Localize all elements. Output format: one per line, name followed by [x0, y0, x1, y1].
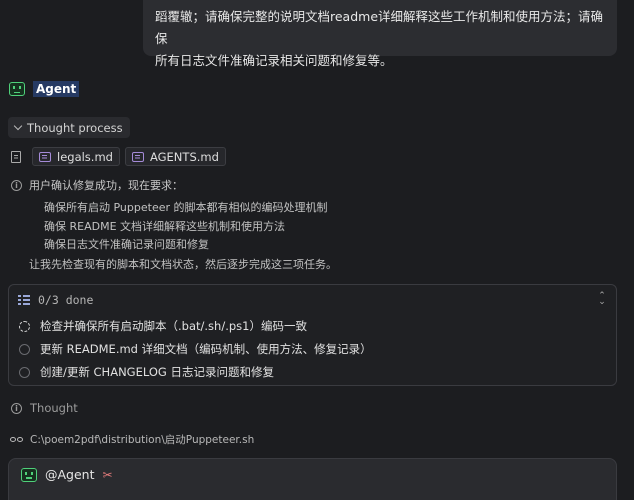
file-chip-legals[interactable]: legals.md [32, 147, 120, 166]
todo-panel: 0/3 done ⌃ ⌄ 检查并确保所有启动脚本（.bat/.sh/.ps1）编码… [8, 284, 617, 386]
todo-item-label: 更新 README.md 详细文档（编码机制、使用方法、修复记录） [40, 342, 372, 356]
todo-item-label: 检查并确保所有启动脚本（.bat/.sh/.ps1）编码一致 [40, 319, 307, 333]
document-icon [11, 150, 21, 163]
thought-intro: i 用户确认修复成功，现在要求： [11, 177, 183, 193]
user-message-line-1: 蹈覆辙；请确保完整的说明文档readme详细解释这些工作机制和使用方法；请确保 [155, 9, 604, 46]
todo-item[interactable]: 创建/更新 CHANGELOG 日志记录问题和修复 [19, 364, 274, 380]
agent-name: Agent [33, 81, 80, 97]
thought-toggle[interactable]: i Thought [11, 401, 78, 415]
agent-header: Agent [9, 80, 80, 98]
thought-next-step: 让我先检查现有的脚本和文档状态，然后逐步完成这三项任务。 [29, 258, 337, 271]
todo-item[interactable]: 检查并确保所有启动脚本（.bat/.sh/.ps1）编码一致 [19, 318, 307, 334]
thought-bullet: 确保 README 文档详细解释这些机制和使用方法 [44, 219, 286, 233]
checklist-icon [18, 295, 30, 305]
file-chip-agents[interactable]: AGENTS.md [124, 147, 226, 166]
thought-label: Thought [30, 401, 78, 415]
thought-bullet-list: 确保所有启动 Puppeteer 的脚本都有相似的编码处理机制 确保 READM… [44, 199, 328, 255]
glasses-icon [10, 437, 23, 442]
thought-process-toggle[interactable]: Thought process [8, 117, 130, 138]
pending-circle-icon [19, 343, 30, 355]
composer-mention: @Agent [45, 467, 95, 482]
referenced-files: legals.md AGENTS.md [11, 147, 226, 166]
message-composer[interactable]: @Agent ✂ [8, 458, 617, 500]
collapse-icon[interactable]: ⌃ ⌄ [598, 292, 606, 307]
file-chip-label: legals.md [57, 149, 113, 164]
thought-intro-text: 用户确认修复成功，现在要求： [29, 179, 183, 192]
markdown-file-icon [131, 151, 144, 162]
in-progress-icon [19, 320, 30, 332]
todo-header: 0/3 done [18, 293, 93, 307]
todo-item[interactable]: 更新 README.md 详细文档（编码机制、使用方法、修复记录） [19, 341, 372, 357]
thought-bullet: 确保所有启动 Puppeteer 的脚本都有相似的编码处理机制 [44, 201, 328, 214]
tools-icon[interactable]: ✂ [103, 468, 113, 482]
user-message-line-2: 所有日志文件准确记录相关问题和修复等。 [155, 53, 393, 68]
file-read-path: C:\poem2pdf\distribution\启动Puppeteer.sh [30, 434, 255, 446]
robot-icon [9, 82, 25, 96]
info-icon: i [11, 179, 22, 191]
todo-item-label: 创建/更新 CHANGELOG 日志记录问题和修复 [40, 365, 274, 379]
todo-progress: 0/3 done [38, 293, 94, 307]
info-icon: i [11, 402, 22, 414]
file-chip-label: AGENTS.md [149, 149, 219, 164]
user-message-bubble: 蹈覆辙；请确保完整的说明文档readme详细解释这些工作机制和使用方法；请确保 … [143, 0, 617, 68]
thought-process-label: Thought process [27, 120, 123, 135]
robot-icon [21, 467, 37, 482]
pending-circle-icon [19, 366, 30, 378]
file-read-row[interactable]: C:\poem2pdf\distribution\启动Puppeteer.sh [10, 432, 254, 447]
markdown-file-icon [39, 151, 51, 162]
thought-bullet: 确保日志文件准确记录问题和修复 [44, 238, 209, 251]
chevron-down-icon [13, 121, 23, 131]
composer-header: @Agent ✂ [21, 467, 113, 482]
